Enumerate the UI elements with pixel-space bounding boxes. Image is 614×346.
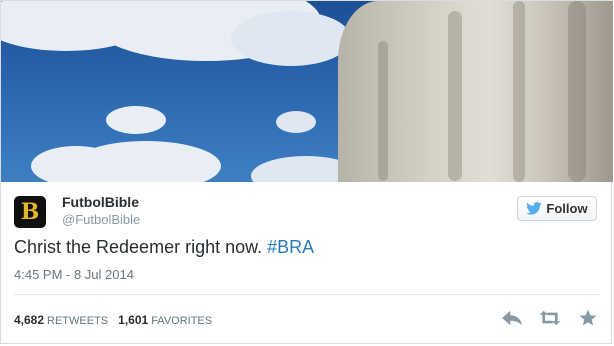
tweet-body: Christ the Redeemer right now.	[14, 237, 268, 257]
avatar[interactable]: B	[14, 196, 46, 228]
divider	[14, 294, 598, 295]
author-name[interactable]: FutbolBible	[62, 194, 139, 210]
tweet-photo[interactable]	[1, 1, 613, 182]
follow-button[interactable]: Follow	[517, 196, 597, 221]
favorites-stat[interactable]: 1,601 FAVORITES	[118, 313, 212, 327]
retweets-stat[interactable]: 4,682 RETWEETS	[14, 313, 108, 327]
tweet-timestamp[interactable]: 4:45 PM - 8 Jul 2014	[14, 267, 134, 282]
tweet-card: B FutbolBible @FutbolBible Follow Christ…	[0, 0, 613, 344]
tweet-stats: 4,682 RETWEETS 1,601 FAVORITES	[14, 313, 212, 327]
twitter-bird-icon	[526, 202, 542, 215]
favorites-label: FAVORITES	[151, 315, 213, 327]
statue-image	[338, 1, 613, 182]
retweets-label: RETWEETS	[47, 315, 109, 327]
retweets-count: 4,682	[14, 313, 45, 327]
hashtag-link[interactable]: #BRA	[267, 237, 314, 257]
retweet-icon[interactable]	[539, 308, 561, 328]
follow-label: Follow	[546, 201, 588, 216]
tweet-text: Christ the Redeemer right now. #BRA	[14, 237, 314, 258]
favorites-count: 1,601	[118, 313, 149, 327]
reply-icon[interactable]	[501, 308, 523, 328]
tweet-actions	[501, 308, 599, 328]
star-icon[interactable]	[577, 308, 599, 328]
avatar-letter: B	[20, 199, 40, 225]
author-handle[interactable]: @FutbolBible	[62, 212, 140, 227]
